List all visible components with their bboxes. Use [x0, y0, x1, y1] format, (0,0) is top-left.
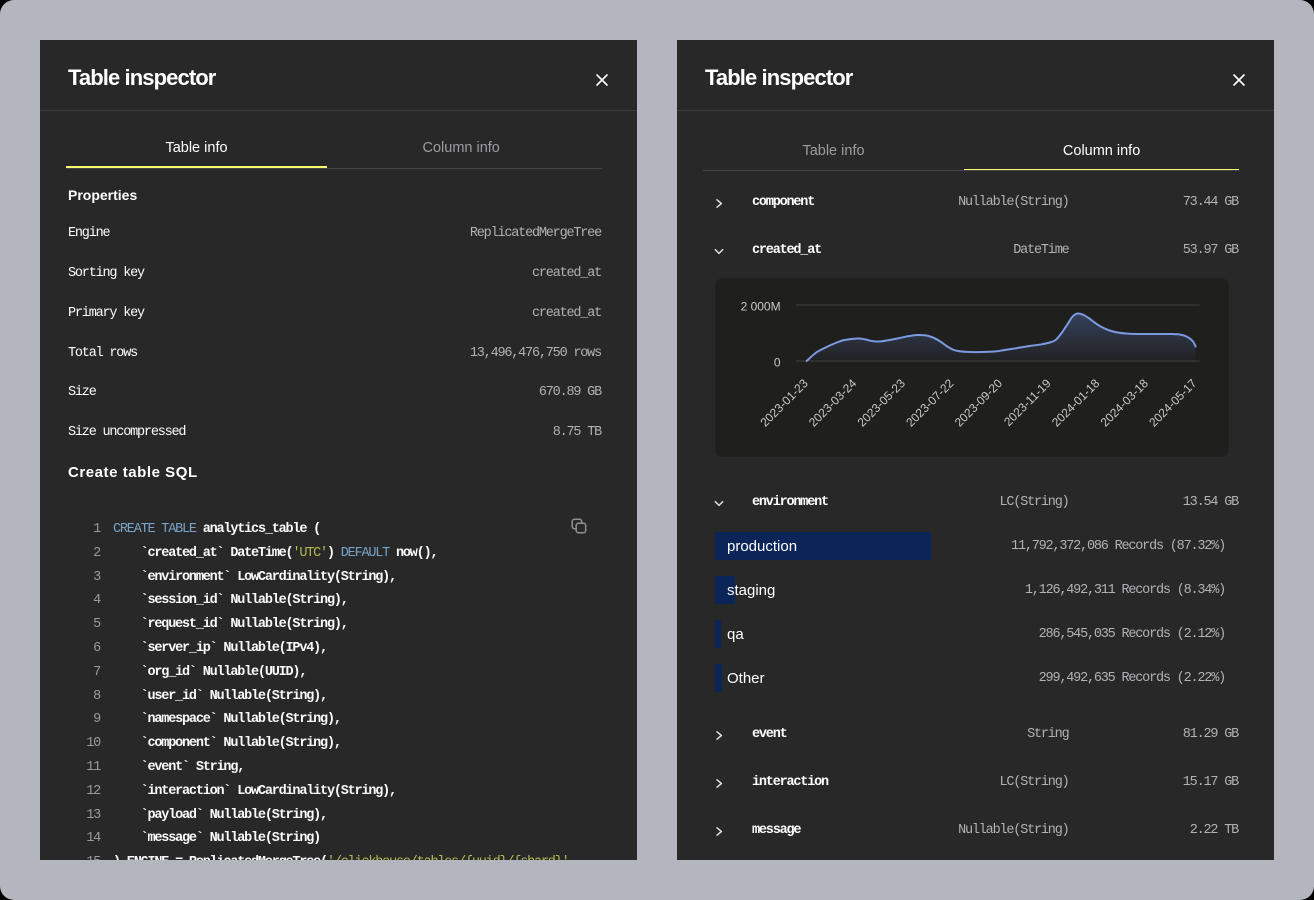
svg-text:2024-05-17: 2024-05-17 — [1146, 376, 1200, 430]
svg-text:2 000M: 2 000M — [741, 300, 781, 314]
svg-text:0: 0 — [774, 356, 781, 370]
svg-text:2024-03-18: 2024-03-18 — [1098, 376, 1152, 430]
svg-text:2023-03-24: 2023-03-24 — [806, 376, 860, 430]
svg-text:2023-01-23: 2023-01-23 — [757, 376, 811, 430]
svg-text:2023-11-19: 2023-11-19 — [1001, 376, 1054, 429]
svg-text:2023-09-20: 2023-09-20 — [952, 376, 1006, 430]
svg-text:2024-01-18: 2024-01-18 — [1049, 376, 1103, 430]
svg-text:2023-07-22: 2023-07-22 — [903, 376, 957, 430]
svg-text:2023-05-23: 2023-05-23 — [855, 376, 909, 430]
